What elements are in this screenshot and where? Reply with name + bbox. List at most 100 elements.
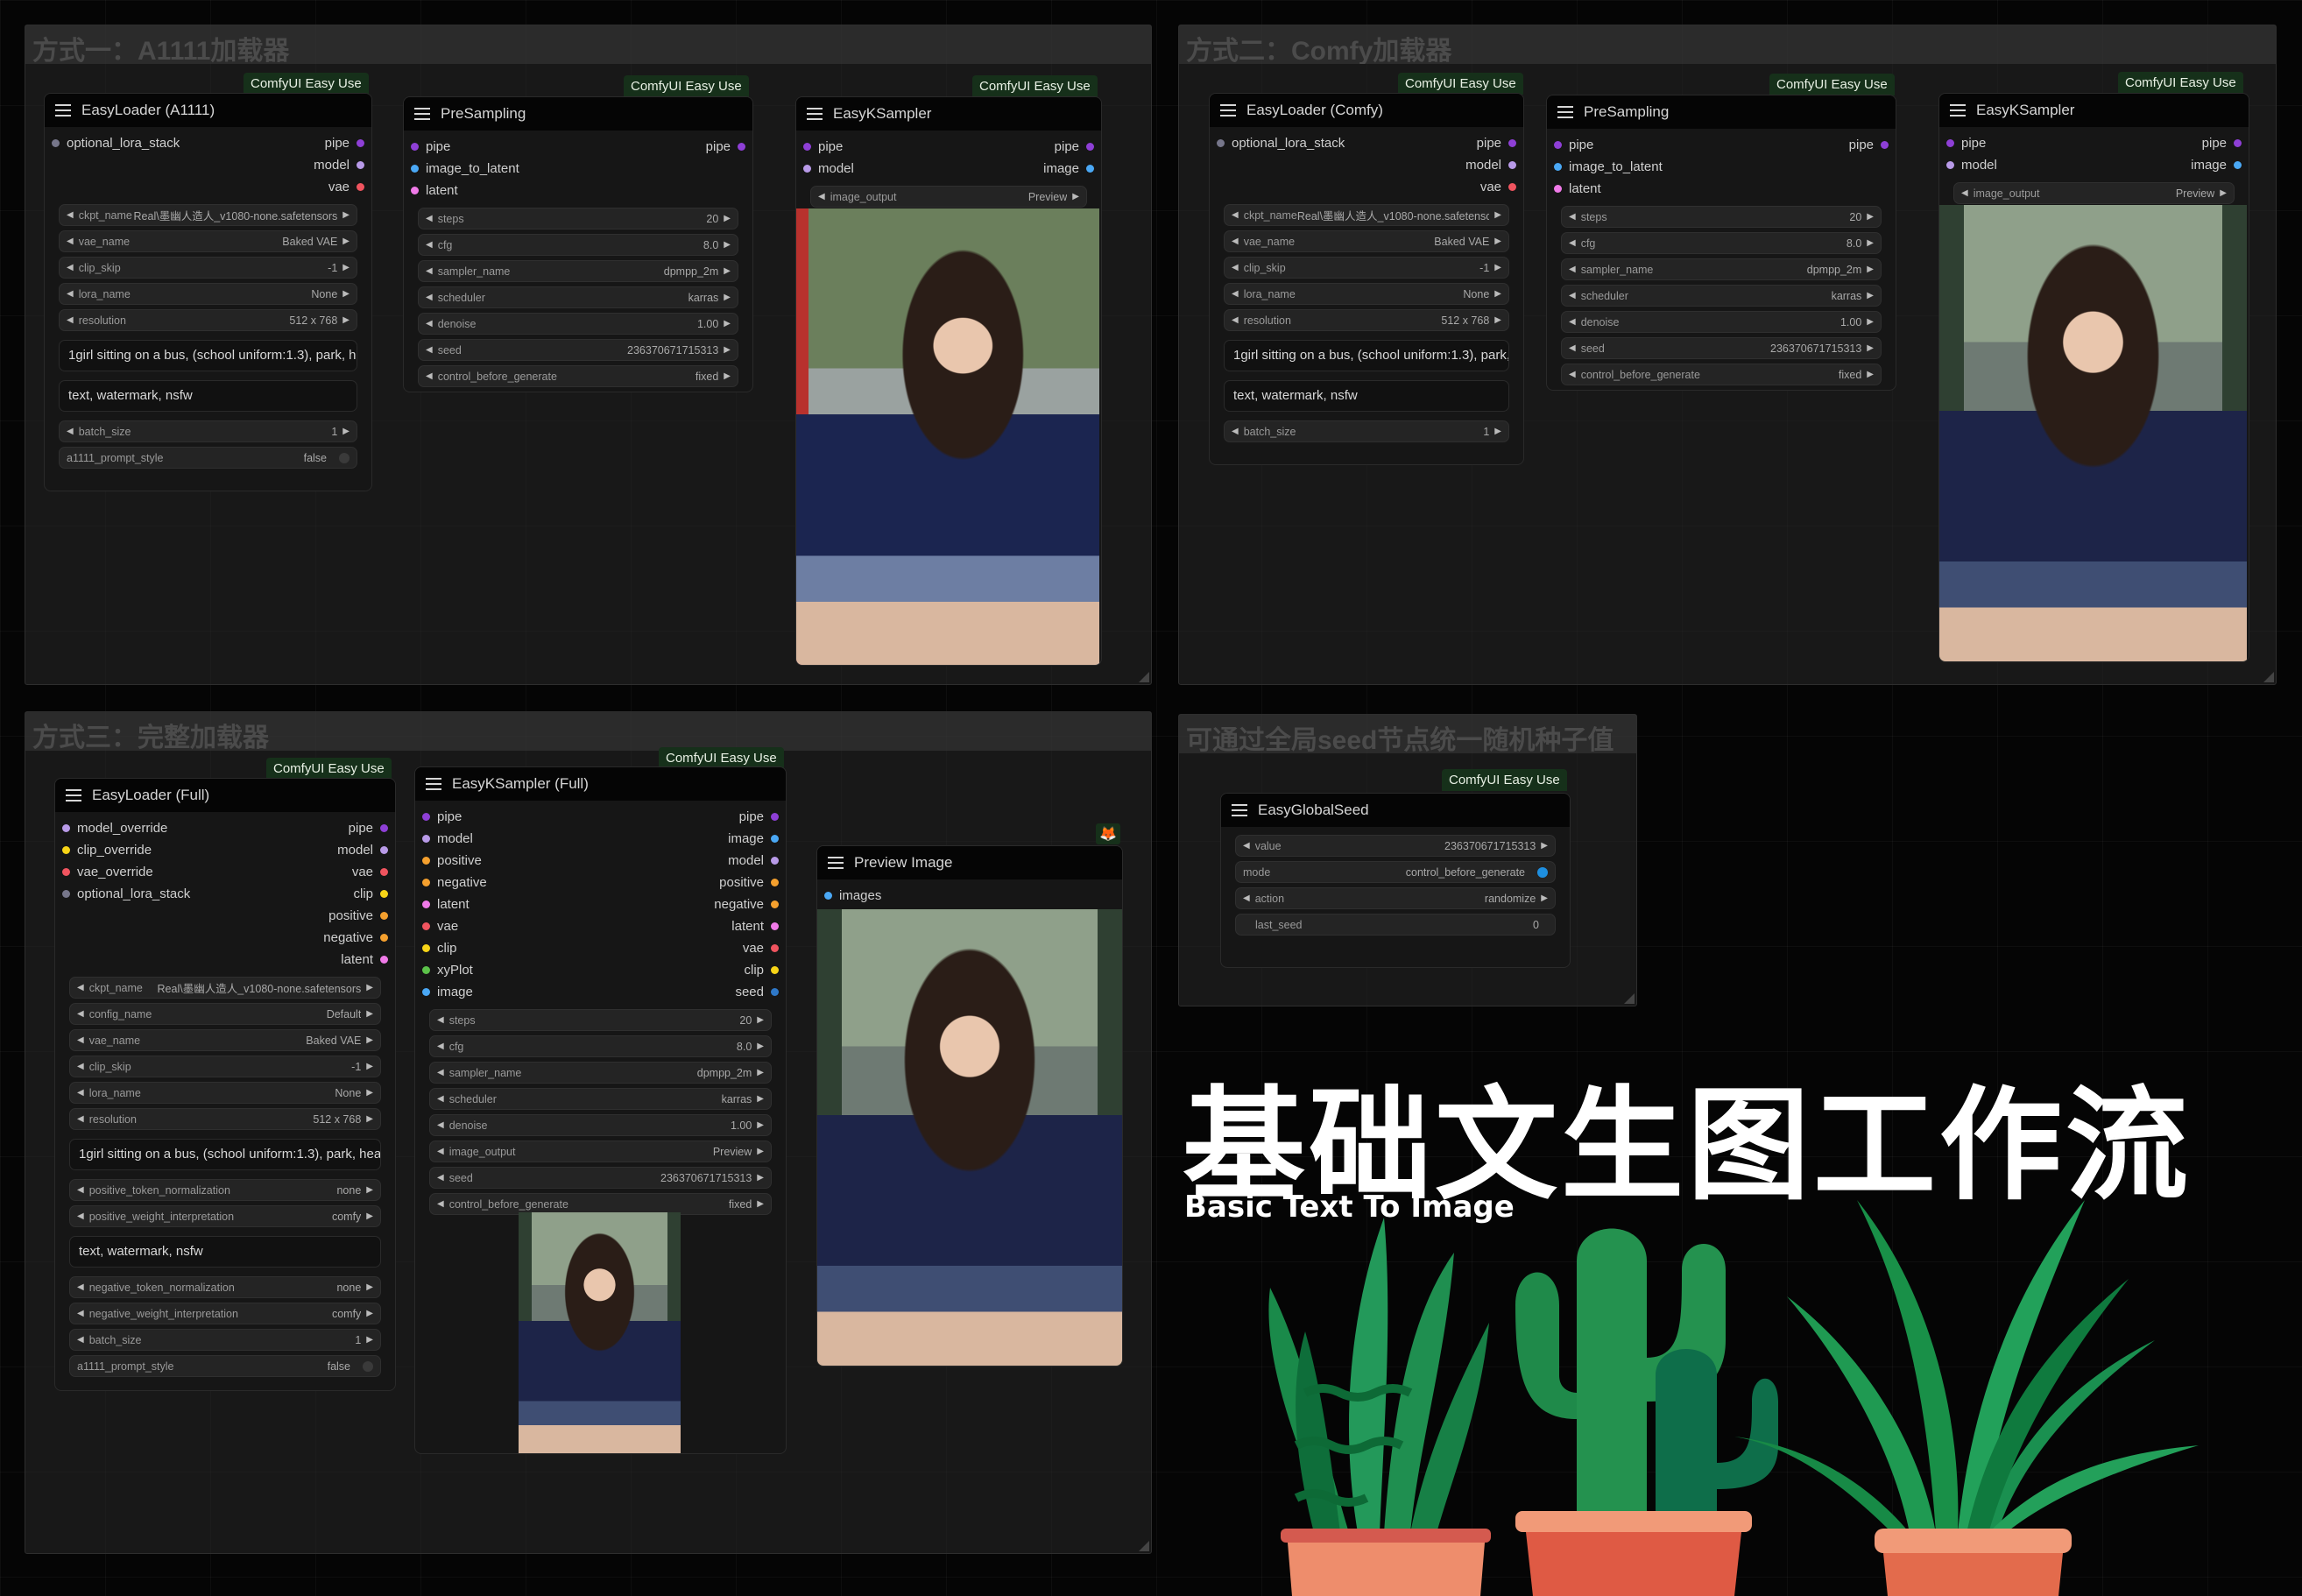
hamburger-menu-icon[interactable] — [55, 104, 71, 117]
input-slot[interactable]: pipe — [1547, 138, 1593, 152]
input-slot[interactable]: positive — [415, 853, 482, 868]
widget-combo[interactable]: ◀ cfg 8.0 ▶ — [1561, 232, 1882, 254]
decrement-arrow-icon[interactable]: ◀ — [426, 214, 433, 223]
decrement-arrow-icon[interactable]: ◀ — [426, 293, 433, 302]
increment-arrow-icon[interactable]: ▶ — [366, 1062, 373, 1071]
output-connector-icon[interactable] — [771, 879, 779, 886]
input-slot[interactable]: images — [817, 888, 881, 903]
output-connector-icon[interactable] — [738, 143, 745, 151]
decrement-arrow-icon[interactable]: ◀ — [1243, 893, 1250, 903]
widget-combo[interactable]: ◀ scheduler karras ▶ — [1561, 285, 1882, 307]
input-connector-icon[interactable] — [62, 890, 70, 898]
output-connector-icon[interactable] — [771, 900, 779, 908]
input-slot[interactable]: negative — [415, 875, 487, 890]
widget-combo[interactable]: ◀ lora_name None ▶ — [69, 1082, 381, 1104]
group-resize-handle[interactable] — [1139, 1541, 1149, 1551]
node-easyglobalseed[interactable]: EasyGlobalSeed ◀ value 236370671715313 ▶ mode… — [1220, 793, 1571, 968]
group-title[interactable]: 方式二：Comfy加载器 — [1179, 25, 2276, 64]
output-connector-icon[interactable] — [771, 857, 779, 865]
output-slot[interactable]: model — [314, 158, 371, 173]
input-connector-icon[interactable] — [803, 143, 811, 151]
output-connector-icon[interactable] — [1508, 161, 1516, 169]
output-slot[interactable]: pipe — [2202, 136, 2249, 151]
widget-bool[interactable]: a1111_prompt_style false — [59, 447, 357, 469]
increment-arrow-icon[interactable]: ▶ — [342, 237, 350, 246]
increment-arrow-icon[interactable]: ▶ — [1494, 315, 1501, 325]
decrement-arrow-icon[interactable]: ◀ — [437, 1068, 444, 1077]
output-connector-icon[interactable] — [1508, 183, 1516, 191]
increment-arrow-icon[interactable]: ▶ — [366, 1309, 373, 1318]
increment-arrow-icon[interactable]: ▶ — [1867, 291, 1874, 300]
output-slot[interactable]: latent — [341, 952, 395, 967]
output-connector-icon[interactable] — [1086, 165, 1094, 173]
node-header[interactable]: EasyLoader (A1111) — [45, 94, 371, 127]
widget-combo[interactable]: ◀ lora_name None ▶ — [1224, 283, 1509, 305]
input-slot[interactable]: model — [796, 161, 854, 176]
increment-arrow-icon[interactable]: ▶ — [724, 371, 731, 381]
decrement-arrow-icon[interactable]: ◀ — [437, 1199, 444, 1209]
decrement-arrow-icon[interactable]: ◀ — [1232, 427, 1239, 436]
input-slot[interactable]: model — [1939, 158, 1997, 173]
increment-arrow-icon[interactable]: ▶ — [342, 263, 350, 272]
negative-prompt-input[interactable]: text, watermark, nsfw — [1224, 380, 1509, 412]
widget-combo[interactable]: ◀ control_before_generate fixed ▶ — [418, 365, 738, 387]
output-slot[interactable]: vae — [352, 865, 395, 879]
input-connector-icon[interactable] — [422, 944, 430, 952]
widget-combo[interactable]: ◀ clip_skip -1 ▶ — [59, 257, 357, 279]
increment-arrow-icon[interactable]: ▶ — [366, 1185, 373, 1195]
decrement-arrow-icon[interactable]: ◀ — [77, 1035, 84, 1045]
widget-combo[interactable]: ◀ resolution 512 x 768 ▶ — [1224, 309, 1509, 331]
output-slot[interactable]: pipe — [1477, 136, 1523, 151]
widget-combo[interactable]: ◀ clip_skip -1 ▶ — [1224, 257, 1509, 279]
output-slot[interactable]: pipe — [325, 136, 371, 151]
increment-arrow-icon[interactable]: ▶ — [1867, 317, 1874, 327]
increment-arrow-icon[interactable]: ▶ — [1494, 210, 1501, 220]
decrement-arrow-icon[interactable]: ◀ — [67, 289, 74, 299]
input-slot[interactable]: image — [415, 985, 473, 999]
decrement-arrow-icon[interactable]: ◀ — [426, 371, 433, 381]
node-easyloader-comfy[interactable]: EasyLoader (Comfy) optional_lora_stack pip… — [1209, 93, 1524, 465]
hamburger-menu-icon[interactable] — [1232, 804, 1247, 816]
generated-image[interactable] — [1939, 205, 2247, 661]
decrement-arrow-icon[interactable]: ◀ — [77, 1309, 84, 1318]
decrement-arrow-icon[interactable]: ◀ — [1232, 210, 1239, 220]
output-connector-icon[interactable] — [771, 922, 779, 930]
input-slot[interactable]: model — [415, 831, 473, 846]
decrement-arrow-icon[interactable]: ◀ — [437, 1042, 444, 1051]
widget-combo[interactable]: ◀ seed 236370671715313 ▶ — [429, 1167, 772, 1189]
increment-arrow-icon[interactable]: ▶ — [366, 1114, 373, 1124]
decrement-arrow-icon[interactable]: ◀ — [1569, 238, 1576, 248]
decrement-arrow-icon[interactable]: ◀ — [1569, 291, 1576, 300]
decrement-arrow-icon[interactable]: ◀ — [77, 1335, 84, 1345]
hamburger-menu-icon[interactable] — [1950, 104, 1966, 117]
widget-combo[interactable]: ◀ batch_size 1 ▶ — [1224, 420, 1509, 442]
increment-arrow-icon[interactable]: ▶ — [757, 1120, 764, 1130]
output-connector-icon[interactable] — [771, 988, 779, 996]
increment-arrow-icon[interactable]: ▶ — [1867, 265, 1874, 274]
node-presampling[interactable]: PreSampling pipe pipe image_to_latent latent… — [1546, 95, 1896, 391]
input-connector-icon[interactable] — [422, 922, 430, 930]
widget-combo[interactable]: ◀ negative_weight_interpretation comfy ▶ — [69, 1303, 381, 1324]
output-slot[interactable]: vae — [1480, 180, 1523, 194]
input-slot[interactable]: pipe — [1939, 136, 1986, 151]
input-connector-icon[interactable] — [411, 187, 419, 194]
output-connector-icon[interactable] — [380, 824, 388, 832]
decrement-arrow-icon[interactable]: ◀ — [1569, 317, 1576, 327]
node-header[interactable]: EasyGlobalSeed — [1221, 794, 1570, 827]
decrement-arrow-icon[interactable]: ◀ — [67, 237, 74, 246]
toggle-switch-icon[interactable] — [363, 1360, 373, 1372]
increment-arrow-icon[interactable]: ▶ — [366, 1088, 373, 1098]
decrement-arrow-icon[interactable]: ◀ — [1232, 237, 1239, 246]
input-connector-icon[interactable] — [803, 165, 811, 173]
negative-prompt-input[interactable]: text, watermark, nsfw — [69, 1236, 381, 1268]
widget-combo[interactable]: ◀ vae_name Baked VAE ▶ — [1224, 230, 1509, 252]
decrement-arrow-icon[interactable]: ◀ — [1232, 315, 1239, 325]
widget-combo[interactable]: ◀ sampler_name dpmpp_2m ▶ — [418, 260, 738, 282]
input-slot[interactable]: latent — [415, 897, 470, 912]
node-header[interactable]: EasyKSampler (Full) — [415, 767, 786, 801]
input-slot[interactable]: vae — [415, 919, 458, 934]
widget-combo[interactable]: ◀ denoise 1.00 ▶ — [429, 1114, 772, 1136]
widget-combo[interactable]: ◀ negative_token_normalization none ▶ — [69, 1276, 381, 1298]
input-slot[interactable]: optional_lora_stack — [55, 886, 190, 901]
output-connector-icon[interactable] — [771, 813, 779, 821]
